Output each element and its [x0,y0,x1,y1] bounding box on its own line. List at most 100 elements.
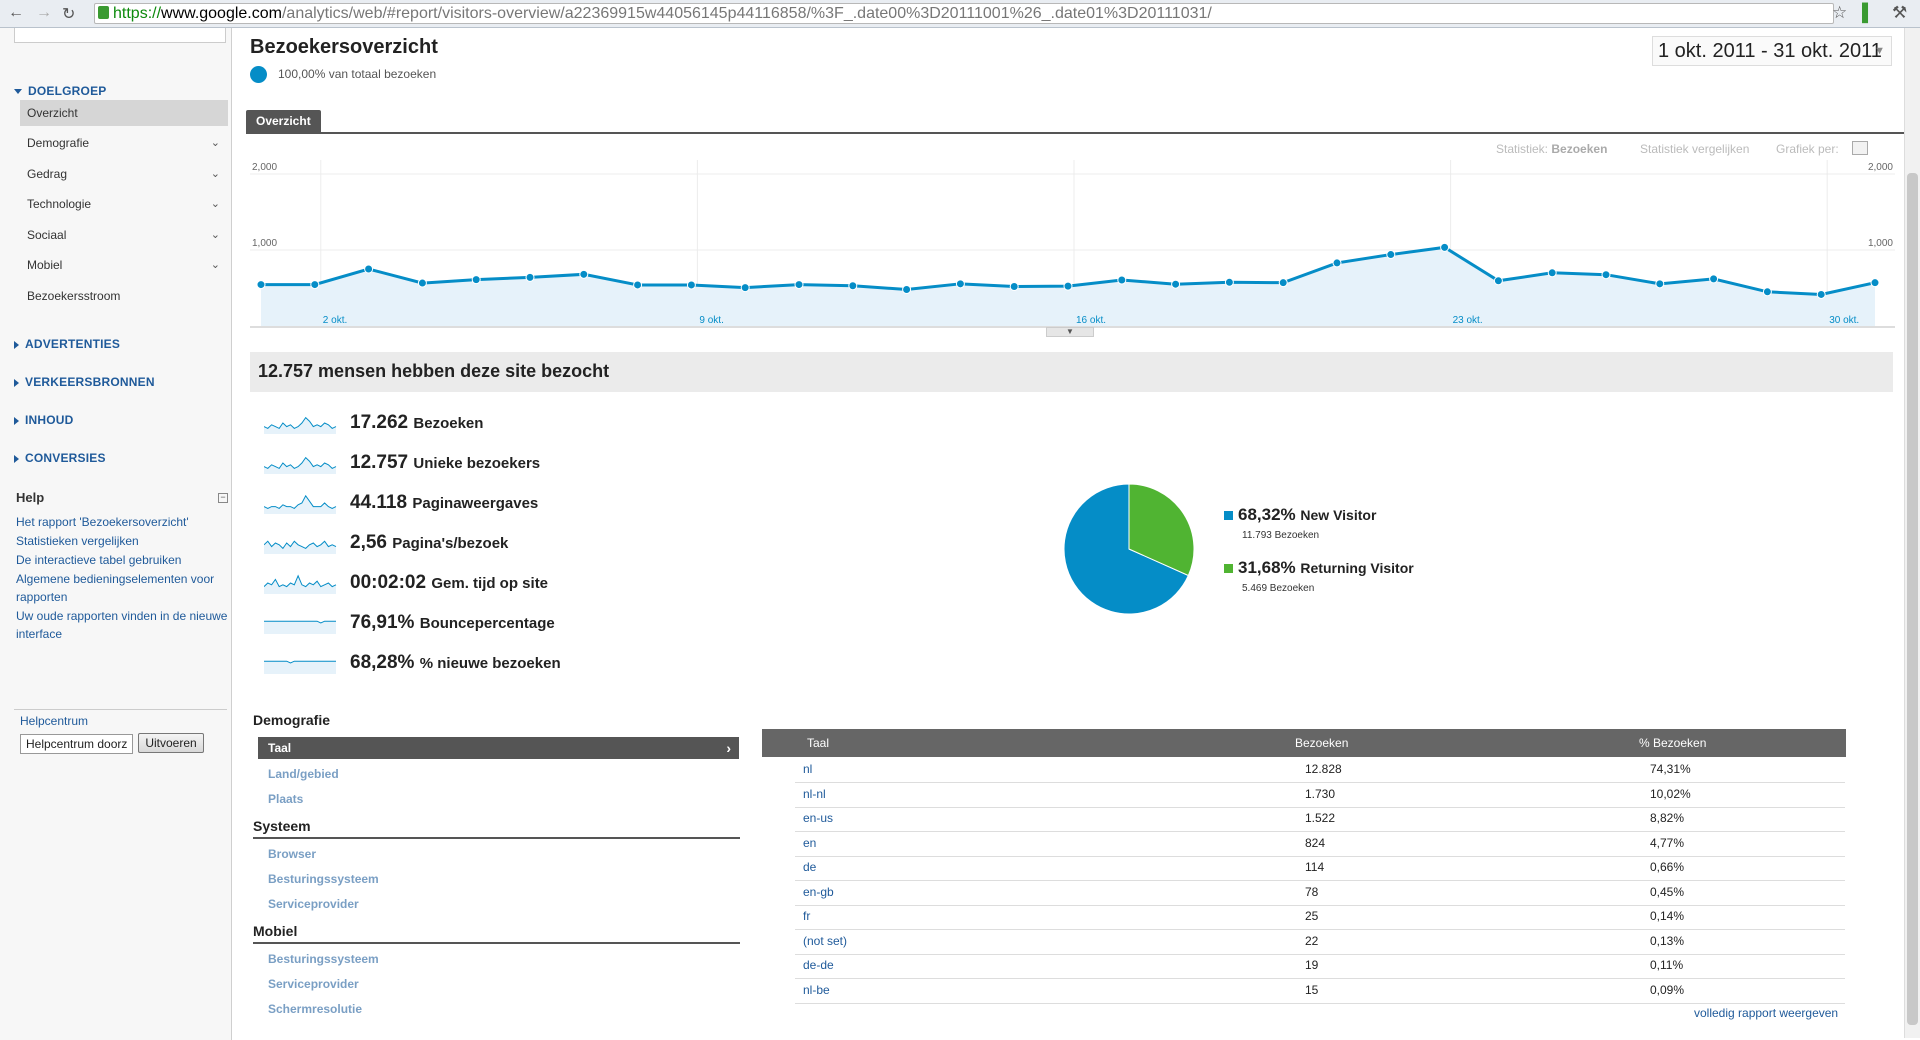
dim-item-besturingssysteem[interactable]: Besturingssysteem [268,872,379,886]
table-row: en 824 4,77% [795,832,1845,857]
data-point [1117,275,1127,285]
help-link[interactable]: De interactieve tabel gebruiken [16,551,231,569]
sidebar-item-technologie[interactable]: Technologie ⌄ [20,191,228,217]
sidebar-item-overzicht[interactable]: Overzicht [20,100,228,126]
cell-taal[interactable]: nl-nl [803,787,826,801]
cell-bezoeken: 1.730 [1305,786,1336,801]
wrench-icon[interactable]: ⚒ [1892,3,1907,23]
helpcentrum-link[interactable]: Helpcentrum [20,714,88,728]
url-host: www.google.com [161,5,282,22]
cell-bezoeken: 25 [1305,909,1319,923]
column-header-pct-bezoeken: % Bezoeken [1639,736,1707,750]
helpcentrum-search-input[interactable]: Helpcentrum doorz [20,734,133,754]
sidebar-item-gedrag[interactable]: Gedrag ⌄ [20,161,228,187]
help-link[interactable]: Uw oude rapporten vinden in de nieuwe in… [16,607,231,643]
visits-chart[interactable]: 2,000 2,000 1,000 1,000 2 okt. 9 okt. 16 okt. 2… [250,160,1895,335]
x-tick-label: 16 okt. [1076,315,1106,326]
scrollbar-thumb[interactable] [1907,173,1918,1025]
table-row: en-us 1.522 8,82% [795,807,1845,832]
cell-taal[interactable]: en-gb [803,885,834,899]
data-point [686,280,696,290]
dim-item-browser[interactable]: Browser [268,847,316,861]
cell-taal[interactable]: en-us [803,811,833,825]
signal-bars-icon[interactable]: ▌ [1862,3,1874,23]
sidebar-item-demografie[interactable]: Demografie ⌄ [20,130,228,156]
vertical-scrollbar[interactable] [1904,28,1920,1038]
data-point [417,278,427,288]
uitvoeren-button[interactable]: Uitvoeren [138,733,204,753]
metric-value: 76,91% [350,612,415,633]
section-conversies[interactable]: CONVERSIES [14,451,106,465]
sidebar-item-sociaal[interactable]: Sociaal ⌄ [20,222,228,248]
cell-taal[interactable]: en [803,836,816,850]
collapse-icon[interactable]: − [218,493,228,503]
caret-right-icon [14,378,19,387]
dim-item-plaats[interactable]: Plaats [268,792,303,806]
segment-pie-icon [250,66,267,83]
cell-taal[interactable]: nl [803,762,812,776]
section-advertenties[interactable]: ADVERTENTIES [14,337,120,351]
table-row: nl-be 15 0,09% [795,979,1845,1004]
visitor-type-pie[interactable] [1062,482,1196,616]
chevron-down-icon: ⌄ [210,259,220,271]
data-point [256,280,266,290]
dim-item-land[interactable]: Land/gebied [268,767,339,781]
cell-taal[interactable]: nl-be [803,983,830,997]
sidebar-item-mobiel[interactable]: Mobiel ⌄ [20,252,228,278]
full-report-link[interactable]: volledig rapport weergeven [1694,1006,1838,1020]
section-doelgroep[interactable]: DOELGROEP [14,84,106,98]
table-row: fr 25 0,14% [795,905,1845,930]
sidebar: DOELGROEP Overzicht Demografie ⌄ Gedrag ⌄ … [0,28,232,1040]
metric-label: Gem. tijd op site [431,575,549,592]
help-link[interactable]: Het rapport 'Bezoekersoverzicht' [16,513,231,531]
cell-taal[interactable]: de [803,860,816,874]
metric-selector[interactable]: Statistiek: Bezoeken [1496,142,1607,156]
dim-item-mobiel-besturingssysteem[interactable]: Besturingssysteem [268,952,379,966]
help-link[interactable]: Statistieken vergelijken [16,532,231,550]
help-link[interactable]: Algemene bedieningselementen voor rappor… [16,570,231,606]
data-point [525,272,535,282]
section-verkeersbronnen[interactable]: VERKEERSBRONNEN [14,375,155,389]
table-row: en-gb 78 0,45% [795,881,1845,906]
column-header-bezoeken: Bezoeken [1295,736,1349,750]
legend-swatch [1224,564,1233,573]
forward-arrow-icon[interactable]: → [36,4,52,22]
dim-item-schermresolutie[interactable]: Schermresolutie [268,1002,362,1016]
sidebar-item-bezoekersstroom[interactable]: Bezoekersstroom [20,283,228,309]
back-arrow-icon[interactable]: ← [8,4,24,22]
divider [253,837,740,839]
chevron-down-icon: ⌄ [210,168,220,180]
cell-taal[interactable]: de-de [803,958,834,972]
tab-overzicht[interactable]: Overzicht [246,110,321,132]
y-tick-label: 1,000 [252,238,277,249]
cell-taal[interactable]: (not set) [803,934,847,948]
data-point [310,280,320,290]
y-tick-label: 2,000 [1868,162,1893,173]
data-point [1224,277,1234,287]
dim-item-serviceprovider[interactable]: Serviceprovider [268,897,359,911]
section-inhoud[interactable]: INHOUD [14,413,74,427]
divider [14,709,227,710]
help-title: Help [16,490,45,505]
chart-resize-handle[interactable]: ▼ [1046,327,1094,337]
star-icon[interactable]: ☆ [1832,3,1847,23]
dim-item-taal[interactable]: Taal › [258,737,739,759]
sidebar-search-input[interactable] [14,28,226,43]
metric-label: Bezoeken [413,415,484,432]
calendar-icon[interactable] [1852,141,1868,155]
dim-heading-mobiel: Mobiel [253,923,298,939]
data-point [364,264,374,274]
metric-label: Unieke bezoekers [413,455,541,472]
address-bar[interactable]: https://www.google.com/analytics/web/#re… [94,3,1834,24]
reload-icon[interactable]: ↻ [62,4,75,24]
date-range-picker[interactable]: 1 okt. 2011 - 31 okt. 2011 ▼ [1652,36,1892,66]
metric-value: 17.262 [350,412,409,433]
cell-taal[interactable]: fr [803,909,810,923]
cell-pct: 0,09% [1650,982,1685,997]
dim-heading-demografie: Demografie [253,712,331,728]
data-point [1493,276,1503,286]
dropdown-arrow-icon: ▼ [1874,45,1885,57]
dim-item-mobiel-serviceprovider[interactable]: Serviceprovider [268,977,359,991]
url-path: /analytics/web/#report/visitors-overview… [281,5,1212,22]
compare-metric-button[interactable]: Statistiek vergelijken [1640,142,1749,156]
